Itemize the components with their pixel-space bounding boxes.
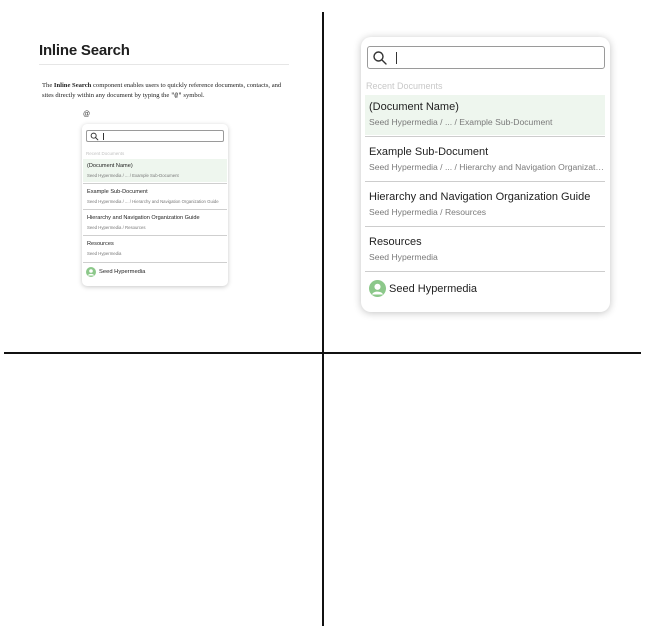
item-divider (83, 235, 227, 236)
item-divider (83, 183, 227, 184)
text-cursor (396, 52, 397, 64)
result-item-name: Resources (369, 236, 422, 248)
component-name: Inline Search (53, 82, 92, 89)
quadrant-divider-horizontal (4, 352, 641, 354)
result-item[interactable]: Resources Seed Hypermedia (83, 237, 227, 260)
site-label: Seed Hypermedia (389, 283, 478, 295)
avatar-icon (369, 280, 386, 297)
result-item[interactable]: (Document Name) Seed Hypermedia / ... / … (365, 95, 605, 135)
result-item-path: Seed Hypermedia (369, 252, 438, 262)
paragraph-prefix: The (42, 82, 54, 89)
result-item[interactable]: Example Sub-Document Seed Hypermedia / .… (83, 185, 227, 208)
section-label: Recent Documents (366, 81, 443, 91)
inline-search-popup-preview: Recent Documents (Document Name) Seed Hy… (82, 124, 228, 286)
paragraph-suffix: symbol. (181, 92, 205, 99)
result-item-path: Seed Hypermedia / ... / Hierarchy and Na… (87, 199, 219, 204)
result-item-name: Resources (87, 241, 114, 247)
section-label: Recent Documents (86, 151, 125, 156)
result-item-path: Seed Hypermedia / ... / Hierarchy and Na… (369, 162, 605, 172)
result-item-path: Seed Hypermedia / Resources (369, 207, 487, 217)
result-item-name: Example Sub-Document (87, 189, 148, 195)
search-icon (373, 51, 387, 65)
inline-search-popup: Recent Documents (Document Name) Seed Hy… (361, 37, 610, 312)
result-item[interactable]: (Document Name) Seed Hypermedia / ... / … (83, 159, 227, 182)
title-divider (39, 64, 289, 65)
result-item-name: (Document Name) (87, 163, 133, 169)
result-item-path: Seed Hypermedia / ... / Example Sub-Docu… (369, 117, 553, 127)
result-item-path: Seed Hypermedia (87, 251, 122, 256)
search-icon (90, 132, 99, 141)
item-divider (365, 226, 605, 227)
search-input[interactable] (86, 130, 224, 142)
item-divider (83, 209, 227, 210)
result-item[interactable]: Resources Seed Hypermedia (365, 230, 605, 270)
site-label: Seed Hypermedia (99, 269, 146, 275)
result-item-path: Seed Hypermedia / ... / Example Sub-Docu… (87, 173, 179, 178)
result-item-name: Hierarchy and Navigation Organization Gu… (87, 215, 200, 221)
description-paragraph: The Inline Search component enables user… (42, 81, 292, 101)
result-item-path: Seed Hypermedia / Resources (87, 225, 146, 230)
item-divider (365, 181, 605, 182)
result-item-name: Example Sub-Document (369, 146, 489, 158)
avatar-icon (86, 267, 96, 277)
result-item[interactable]: Hierarchy and Navigation Organization Gu… (365, 185, 605, 225)
item-divider (365, 271, 605, 272)
result-item[interactable]: Example Sub-Document Seed Hypermedia / .… (365, 140, 605, 180)
item-divider (365, 136, 605, 137)
trigger-character: @ (83, 111, 91, 118)
quadrant-divider-vertical (322, 12, 324, 626)
text-cursor (103, 133, 104, 140)
result-item[interactable]: Hierarchy and Navigation Organization Gu… (83, 211, 227, 234)
item-divider (83, 262, 227, 263)
result-item-name: (Document Name) (369, 101, 459, 113)
trigger-code: "@" (170, 92, 182, 99)
search-input[interactable] (367, 46, 605, 69)
page-title: Inline Search (39, 42, 130, 59)
result-item-name: Hierarchy and Navigation Organization Gu… (369, 191, 591, 203)
